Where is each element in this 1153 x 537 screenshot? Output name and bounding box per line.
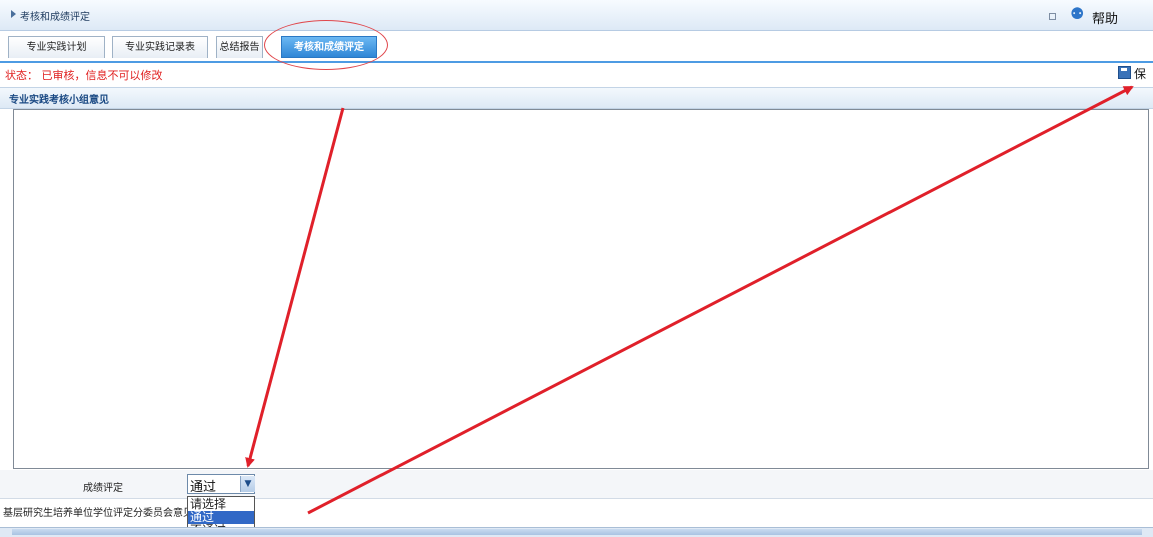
opinion-textarea[interactable] [13, 109, 1149, 469]
opinion-header [0, 87, 1153, 109]
save-button[interactable]: 保存 [1118, 64, 1153, 101]
tab-practice-plan[interactable]: 专业实践计划 [8, 36, 105, 58]
title-bar [0, 0, 1153, 31]
tab-summary-report[interactable]: 总结报告 [216, 36, 263, 58]
save-icon [1118, 66, 1131, 79]
triangle-right-icon [11, 10, 16, 18]
tab-practice-record[interactable]: 专业实践记录表 [112, 36, 208, 58]
scrollbar-thumb[interactable] [12, 529, 1142, 535]
help-icon[interactable]: ⚉ [1070, 4, 1084, 24]
opinion-label: 专业实践考核小组意见 [9, 95, 109, 106]
grade-row [0, 470, 1153, 499]
status-text: 状态： 已审核，信息不可以修改 [5, 69, 163, 82]
grade-label: 成绩评定 [83, 483, 123, 494]
minimize-icon[interactable] [1049, 13, 1056, 20]
grade-selected-value: 通过 [190, 480, 217, 495]
help-link[interactable]: 帮助 [1092, 8, 1118, 27]
chevron-down-icon[interactable]: ▼ [240, 476, 255, 492]
committee-label: 基层研究生培养单位学位评定分委员会意见 [3, 508, 193, 519]
page-title: 考核和成绩评定 [20, 12, 90, 23]
annotation-circle [264, 20, 388, 70]
